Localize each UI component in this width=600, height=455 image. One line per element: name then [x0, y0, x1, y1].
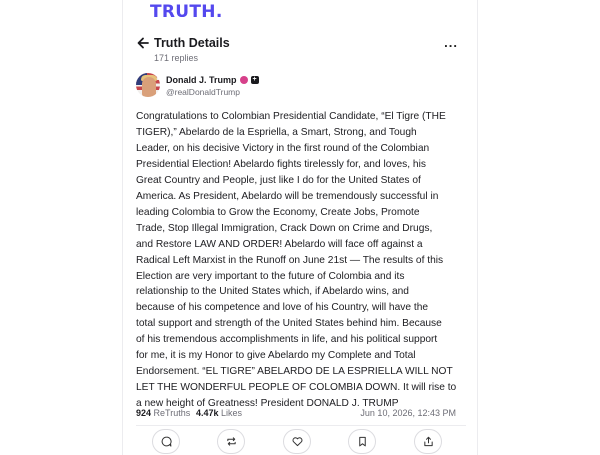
post-line: LET THE WONDERFUL PEOPLE OF COLOMBIA DOW…: [136, 382, 457, 394]
post-line: relationship to the United States which,…: [136, 286, 409, 298]
detail-header: Truth Details 171 replies ...: [136, 35, 466, 67]
retruths-count: 924: [136, 408, 152, 418]
post-line: TIGER),” Abelardo de la Espriella, a Sma…: [136, 126, 417, 138]
back-arrow-icon[interactable]: [136, 36, 150, 50]
post-stats: 924 ReTruths 4.47k Likes Jun 10, 2026, 1…: [136, 408, 466, 422]
author-name[interactable]: Donald J. Trump: [166, 75, 237, 85]
post-line: Presidential Election! Abelardo fights t…: [136, 158, 426, 170]
post-line: Endorsement. “EL TIGRE” ABELARDO DE LA E…: [136, 366, 453, 378]
post-line: Trade, Stop Illegal Immigration, Crack D…: [136, 222, 433, 234]
avatar[interactable]: [136, 73, 160, 97]
post-line: America. As President, Abelardo will be …: [136, 190, 439, 202]
like-icon: [292, 437, 302, 447]
retruths-label: ReTruths: [153, 408, 191, 418]
face-graphic: [142, 77, 156, 97]
post-line: of his tremendous accomplishments in lif…: [136, 334, 438, 346]
post-line: because of his competence and love of hi…: [136, 302, 429, 314]
post-line: total support and strength of the United…: [136, 318, 442, 330]
share-button[interactable]: [414, 429, 442, 454]
author-name-row[interactable]: Donald J. Trump +: [166, 75, 259, 85]
more-options-icon[interactable]: ...: [444, 35, 458, 50]
share-icon: [423, 436, 433, 447]
reply-button[interactable]: [152, 429, 180, 454]
retruth-button[interactable]: [217, 429, 245, 454]
like-button[interactable]: [283, 429, 311, 454]
truth-logo[interactable]: TRUTH.: [150, 2, 223, 22]
likes-count: 4.47k: [196, 408, 219, 418]
post-line: Election are very important to the futur…: [136, 270, 405, 282]
post-line: Leader, on his decisive Victory in the f…: [136, 142, 430, 154]
reply-count[interactable]: 171 replies: [154, 53, 198, 63]
post-timestamp: Jun 10, 2026, 12:43 PM: [360, 408, 456, 418]
verified-badge-icon: [239, 75, 248, 84]
bookmark-icon: [358, 436, 366, 447]
post-line: Radical Left Marxist in the Runoff on Ju…: [136, 254, 444, 266]
reply-icon: [161, 436, 172, 447]
author-row: Donald J. Trump + @realDonaldTrump: [136, 73, 466, 101]
page-title: Truth Details: [154, 36, 230, 50]
likes-stat[interactable]: 4.47k Likes: [196, 408, 242, 418]
post-line: Great Country and People, just like I do…: [136, 174, 421, 186]
retruths-stat[interactable]: 924 ReTruths: [136, 408, 190, 418]
plus-badge-icon: +: [250, 75, 259, 84]
divider: [136, 425, 466, 426]
post-line: for me, it is my Honor to give Abelardo …: [136, 350, 416, 362]
post-body: Congratulations to Colombian Presidentia…: [136, 109, 462, 412]
author-handle[interactable]: @realDonaldTrump: [166, 87, 240, 97]
post-line: Congratulations to Colombian Presidentia…: [136, 111, 446, 122]
retruth-icon: [226, 437, 236, 446]
post-line: and Restore LAW AND ORDER! Abelardo will…: [136, 238, 423, 250]
bookmark-button[interactable]: [348, 429, 376, 454]
post-line: leading Colombia to Grow the Economy, Cr…: [136, 206, 420, 218]
likes-label: Likes: [221, 408, 243, 418]
